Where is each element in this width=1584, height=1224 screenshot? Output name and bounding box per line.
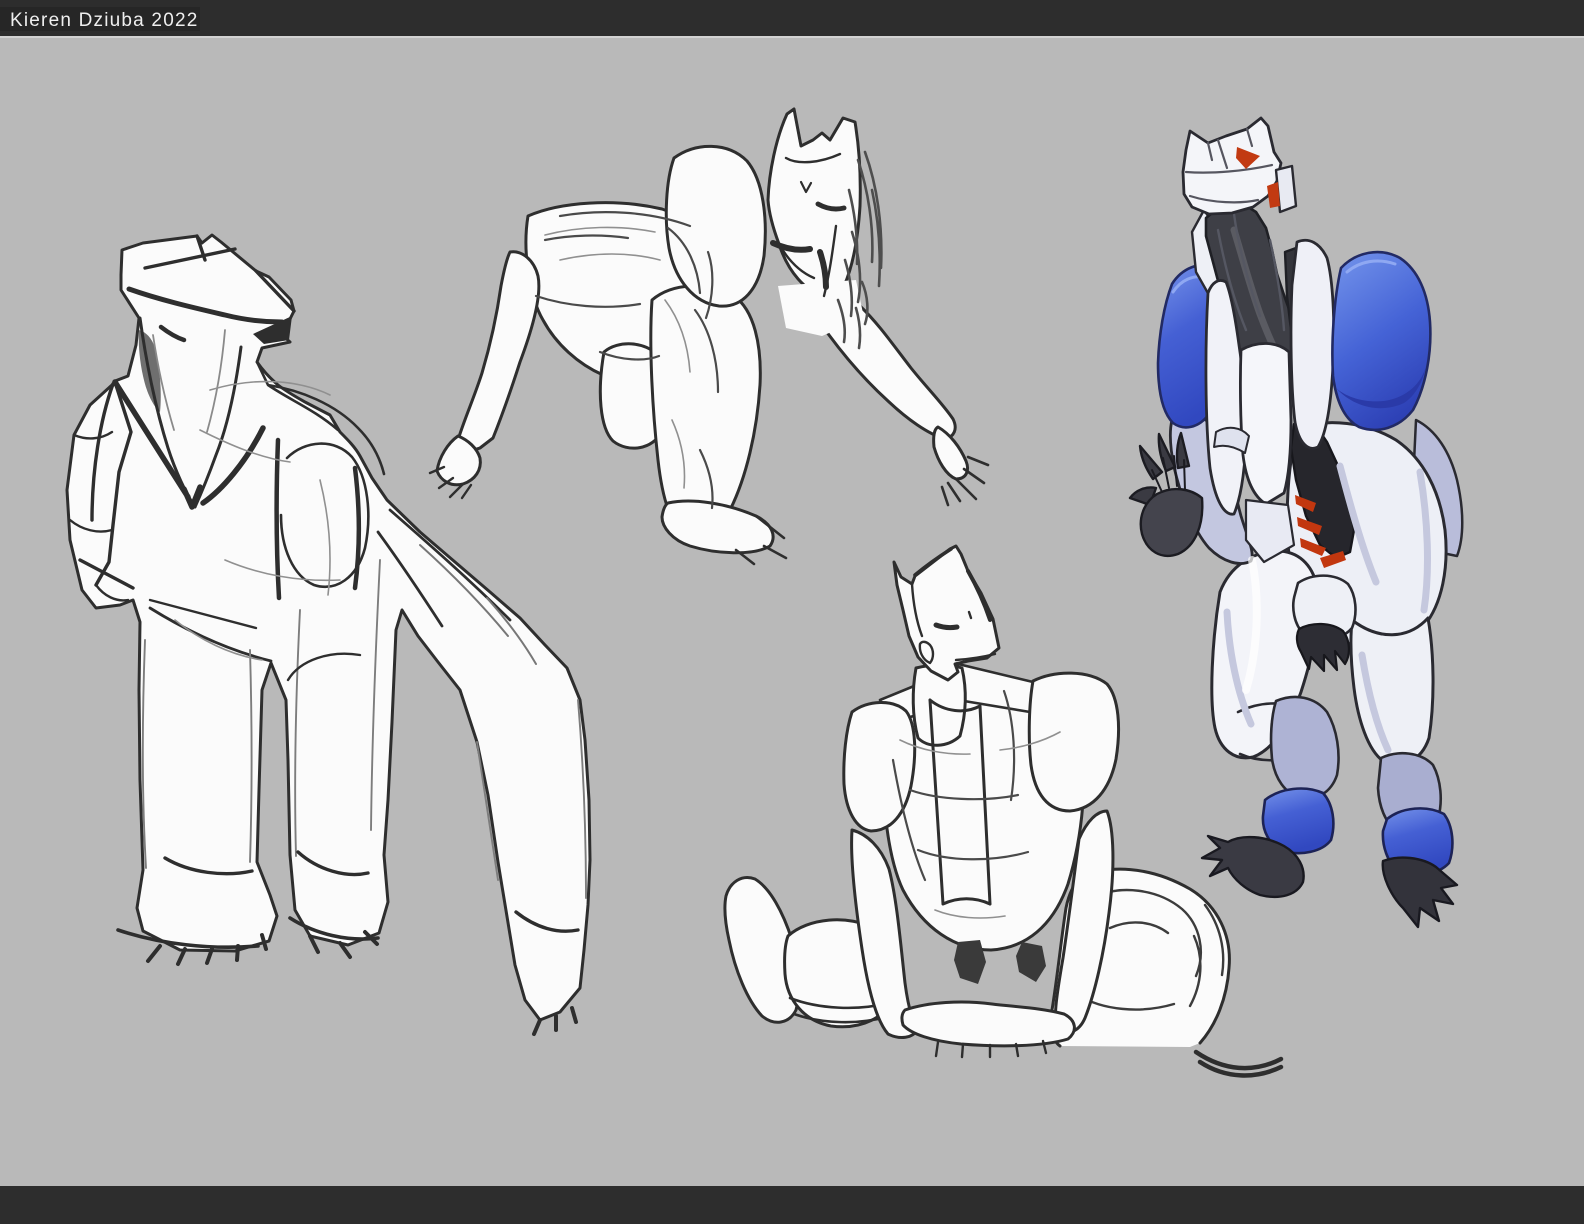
svg-text:Kieren Dziuba 2022: Kieren Dziuba 2022 xyxy=(10,10,199,31)
